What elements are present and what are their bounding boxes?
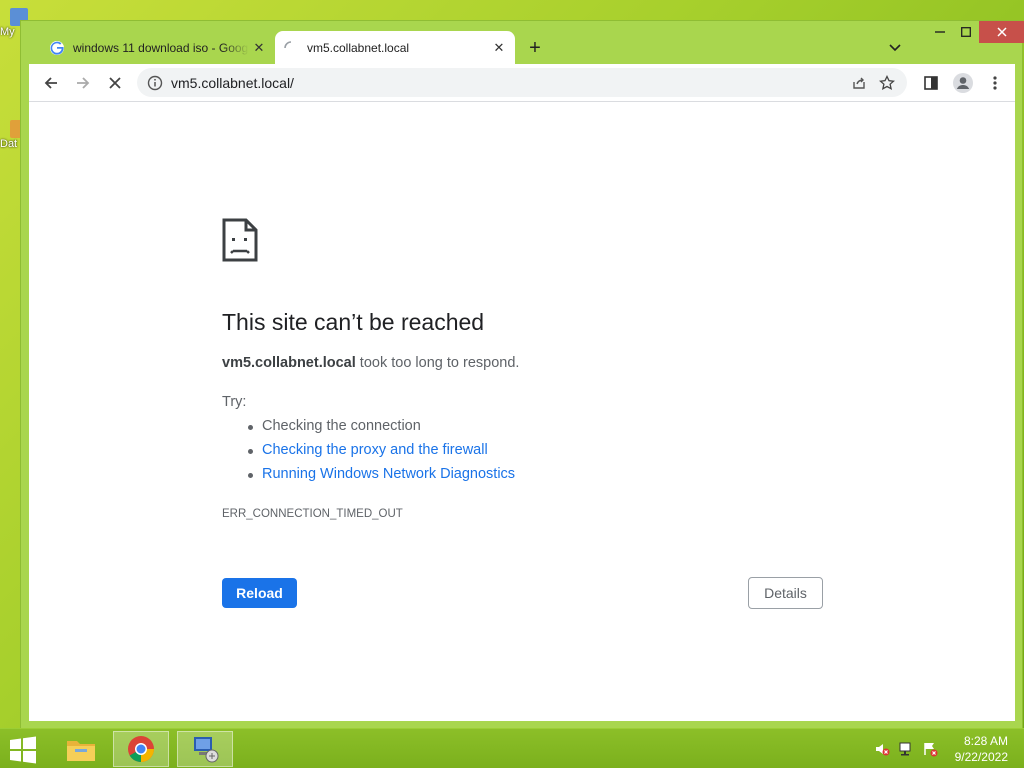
error-host: vm5.collabnet.local xyxy=(222,355,356,371)
taskbar-file-explorer[interactable] xyxy=(53,731,109,767)
back-button[interactable] xyxy=(37,69,65,97)
url-text[interactable]: vm5.collabnet.local/ xyxy=(171,75,845,91)
error-summary-text: took too long to respond. xyxy=(355,355,520,371)
side-panel-icon xyxy=(924,76,938,90)
bookmark-button[interactable] xyxy=(873,69,901,97)
error-code: ERR_CONNECTION_TIMED_OUT xyxy=(222,508,403,520)
profile-icon xyxy=(953,73,973,93)
more-menu-button[interactable] xyxy=(981,69,1009,97)
clock-date: 9/22/2022 xyxy=(954,750,1008,764)
network-icon[interactable] xyxy=(898,741,914,757)
stop-loading-button[interactable] xyxy=(101,69,129,97)
network-connection-icon xyxy=(194,737,219,763)
new-tab-button[interactable]: + xyxy=(523,36,547,60)
suggestion-check-connection: Checking the connection xyxy=(247,418,515,442)
chrome-icon xyxy=(128,736,154,763)
sad-page-icon xyxy=(222,218,258,262)
suggestion-check-proxy-link[interactable]: Checking the proxy and the firewall xyxy=(247,442,515,466)
profile-button[interactable] xyxy=(949,69,977,97)
side-panel-button[interactable] xyxy=(917,69,945,97)
maximize-button[interactable] xyxy=(953,21,979,43)
error-page: This site can’t be reached vm5.collabnet… xyxy=(29,101,1015,721)
tab-vm5[interactable]: vm5.collabnet.local ✕ xyxy=(275,31,515,64)
taskbar-network-app[interactable] xyxy=(177,731,233,767)
share-icon xyxy=(853,77,865,89)
windows-start-icon[interactable] xyxy=(8,735,38,765)
chevron-down-icon xyxy=(889,44,901,52)
desktop-icon-label: My xyxy=(0,26,15,38)
share-button[interactable] xyxy=(845,69,873,97)
forward-button[interactable] xyxy=(69,69,97,97)
volume-muted-icon[interactable] xyxy=(874,741,890,757)
action-center-flag-icon[interactable] xyxy=(922,741,938,757)
maximize-icon xyxy=(961,27,971,37)
title-bar: windows 11 download iso - Google Search … xyxy=(21,21,1024,64)
suggestion-list: Checking the connection Checking the pro… xyxy=(247,418,515,490)
suggestion-network-diagnostics-link[interactable]: Running Windows Network Diagnostics xyxy=(247,466,515,490)
close-icon xyxy=(996,27,1007,37)
tab-google-search[interactable]: windows 11 download iso - Google Search … xyxy=(41,31,275,64)
desktop-icon-label: Dat xyxy=(0,138,18,150)
close-icon[interactable]: ✕ xyxy=(249,38,269,58)
tab-title: vm5.collabnet.local xyxy=(307,40,410,55)
address-bar[interactable]: vm5.collabnet.local/ xyxy=(137,68,907,97)
error-summary: vm5.collabnet.local took too long to res… xyxy=(222,355,519,371)
stop-loading-icon xyxy=(109,77,121,89)
details-button[interactable]: Details xyxy=(748,577,823,609)
system-clock[interactable]: 8:28 AM 9/22/2022 xyxy=(955,733,1008,765)
browser-toolbar: vm5.collabnet.local/ xyxy=(29,64,1015,101)
bookmark-star-icon xyxy=(879,74,895,90)
minimize-button[interactable] xyxy=(927,21,953,43)
close-icon[interactable]: ✕ xyxy=(489,38,509,58)
loading-spinner-icon xyxy=(284,40,292,48)
tab-search-button[interactable] xyxy=(883,37,907,59)
desktop-icon-dat[interactable]: Dat xyxy=(0,120,28,150)
more-menu-icon xyxy=(993,76,997,90)
browser-window: windows 11 download iso - Google Search … xyxy=(20,20,1024,729)
try-label: Try: xyxy=(222,394,247,410)
clock-time: 8:28 AM xyxy=(963,734,1008,748)
back-arrow-icon xyxy=(44,77,57,89)
tab-title: windows 11 download iso - Google Search xyxy=(73,40,249,55)
forward-arrow-icon xyxy=(77,77,90,89)
window-close-button[interactable] xyxy=(979,21,1024,43)
google-icon xyxy=(50,40,64,55)
minimize-icon xyxy=(935,31,945,33)
site-info-icon[interactable] xyxy=(147,75,163,91)
desktop-icon-my[interactable]: My xyxy=(0,8,28,38)
taskbar-chrome[interactable] xyxy=(113,731,169,767)
file-explorer-icon xyxy=(67,741,95,761)
page-title: This site can’t be reached xyxy=(222,309,485,335)
reload-button[interactable]: Reload xyxy=(222,578,297,608)
taskbar: 8:28 AM 9/22/2022 xyxy=(0,728,1024,768)
